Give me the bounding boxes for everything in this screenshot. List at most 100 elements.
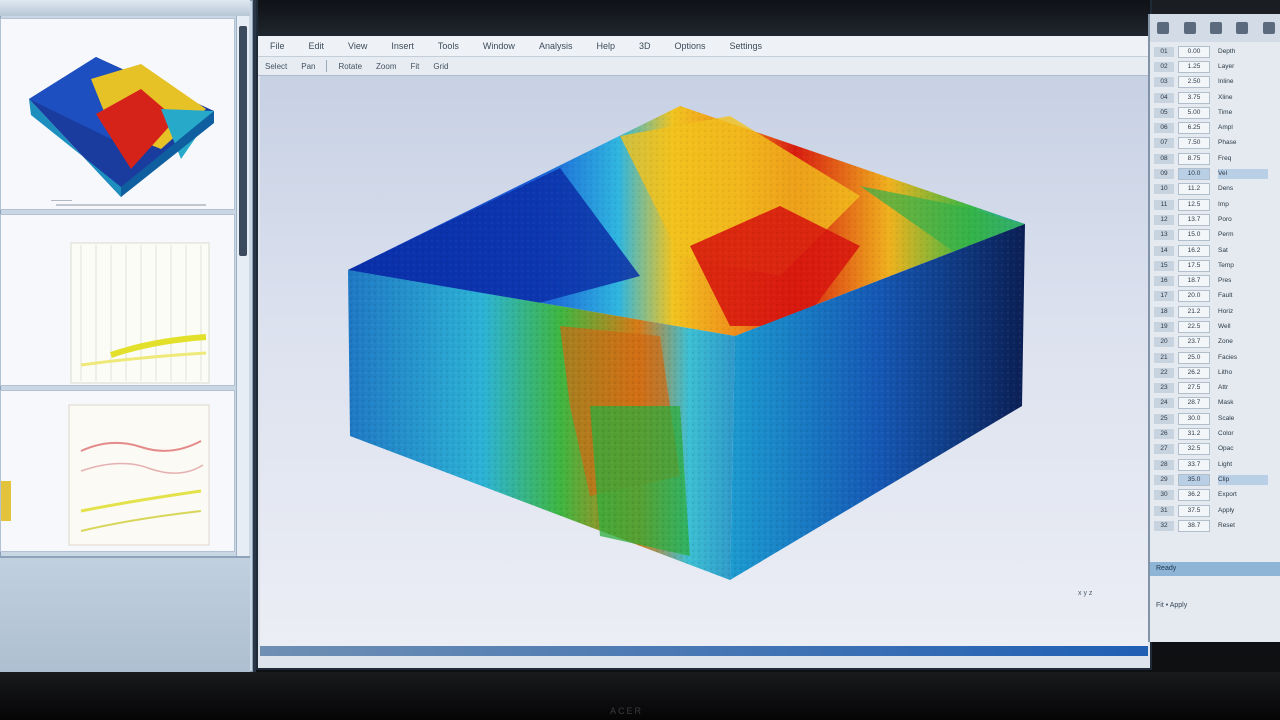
property-row[interactable]: 30 36.2 Export xyxy=(1154,488,1278,503)
property-value-field[interactable]: 11.2 xyxy=(1178,183,1210,196)
property-value-field[interactable]: 20.0 xyxy=(1178,290,1210,303)
property-row[interactable]: 26 31.2 Color xyxy=(1154,426,1278,441)
property-row[interactable]: 20 23.7 Zone xyxy=(1154,335,1278,350)
menu-item-3d[interactable]: 3D xyxy=(627,41,663,51)
property-value-field[interactable]: 37.5 xyxy=(1178,504,1210,517)
property-row[interactable]: 18 21.2 Horiz xyxy=(1154,304,1278,319)
property-row[interactable]: 10 11.2 Dens xyxy=(1154,182,1278,197)
property-index: 07 xyxy=(1154,138,1174,149)
property-label: Fault xyxy=(1218,292,1233,300)
menu-item-analysis[interactable]: Analysis xyxy=(527,41,585,51)
property-value-field[interactable]: 31.2 xyxy=(1178,428,1210,441)
property-row[interactable]: 12 13.7 Poro xyxy=(1154,212,1278,227)
property-row[interactable]: 31 37.5 Apply xyxy=(1154,503,1278,518)
property-row[interactable]: 09 10.0 Vel xyxy=(1154,166,1278,181)
property-value-field[interactable]: 6.25 xyxy=(1178,122,1210,135)
thumbnail-scrollbar-thumb[interactable] xyxy=(239,26,247,256)
property-row[interactable]: 24 28.7 Mask xyxy=(1154,396,1278,411)
property-value-field[interactable]: 5.00 xyxy=(1178,106,1210,119)
property-row[interactable]: 06 6.25 Ampl xyxy=(1154,120,1278,135)
property-value-field[interactable]: 13.7 xyxy=(1178,213,1210,226)
property-value-field[interactable]: 33.7 xyxy=(1178,458,1210,471)
property-row[interactable]: 13 15.0 Perm xyxy=(1154,228,1278,243)
property-value-field[interactable]: 18.7 xyxy=(1178,275,1210,288)
property-row[interactable]: 21 25.0 Facies xyxy=(1154,350,1278,365)
property-row[interactable]: 22 26.2 Litho xyxy=(1154,365,1278,380)
info-icon[interactable] xyxy=(1236,22,1249,34)
property-value-field[interactable]: 17.5 xyxy=(1178,259,1210,272)
property-row[interactable]: 08 8.75 Freq xyxy=(1154,151,1278,166)
fit-tool-button[interactable]: Fit xyxy=(404,62,427,71)
property-row[interactable]: 01 0.00 Depth xyxy=(1154,44,1278,59)
property-row[interactable]: 15 17.5 Temp xyxy=(1154,258,1278,273)
layers-icon[interactable] xyxy=(1209,22,1222,34)
property-row[interactable]: 19 22.5 Well xyxy=(1154,319,1278,334)
property-row[interactable]: 14 16.2 Sat xyxy=(1154,243,1278,258)
property-value-field[interactable]: 27.5 xyxy=(1178,382,1210,395)
menu-item-tools[interactable]: Tools xyxy=(426,41,471,51)
menu-item-settings[interactable]: Settings xyxy=(718,41,775,51)
property-row[interactable]: 05 5.00 Time xyxy=(1154,105,1278,120)
property-value-field[interactable]: 35.0 xyxy=(1178,473,1210,486)
property-value-field[interactable]: 0.00 xyxy=(1178,45,1210,58)
filter-icon[interactable] xyxy=(1183,22,1196,34)
property-row[interactable]: 07 7.50 Phase xyxy=(1154,136,1278,151)
menu-item-edit[interactable]: Edit xyxy=(297,41,337,51)
property-row[interactable]: 03 2.50 Inline xyxy=(1154,75,1278,90)
property-row[interactable]: 17 20.0 Fault xyxy=(1154,289,1278,304)
zoom-tool-button[interactable]: Zoom xyxy=(369,62,403,71)
property-row[interactable]: 11 12.5 Imp xyxy=(1154,197,1278,212)
property-row[interactable]: 04 3.75 Xline xyxy=(1154,90,1278,105)
axis-indicator-label: x y z xyxy=(1078,590,1093,597)
property-row[interactable]: 23 27.5 Attr xyxy=(1154,381,1278,396)
property-row[interactable]: 28 33.7 Light xyxy=(1154,457,1278,472)
properties-footer[interactable]: Fit • Apply xyxy=(1150,598,1280,642)
property-value-field[interactable]: 25.0 xyxy=(1178,351,1210,364)
seismic-section-thumbnail-1[interactable] xyxy=(0,214,235,386)
property-row[interactable]: 27 32.5 Opac xyxy=(1154,442,1278,457)
select-tool-button[interactable]: Select xyxy=(258,62,294,71)
thumbnail-window-titlebar[interactable] xyxy=(0,0,250,16)
property-label: Attr xyxy=(1218,384,1229,392)
menu-item-help[interactable]: Help xyxy=(584,41,627,51)
property-value-field[interactable]: 3.75 xyxy=(1178,91,1210,104)
property-value-field[interactable]: 12.5 xyxy=(1178,198,1210,211)
rotate-tool-button[interactable]: Rotate xyxy=(331,62,369,71)
3d-viewport[interactable]: x y z xyxy=(260,76,1148,656)
settings-icon[interactable] xyxy=(1157,22,1170,34)
close-icon[interactable] xyxy=(1262,22,1275,34)
menu-item-view[interactable]: View xyxy=(336,41,379,51)
property-index: 22 xyxy=(1154,367,1174,378)
property-value-field[interactable]: 30.0 xyxy=(1178,412,1210,425)
property-row[interactable]: 29 35.0 Clip xyxy=(1154,472,1278,487)
property-value-field[interactable]: 26.2 xyxy=(1178,366,1210,379)
seismic-section-thumbnail-2[interactable] xyxy=(0,390,235,552)
menu-item-options[interactable]: Options xyxy=(662,41,717,51)
property-value-field[interactable]: 21.2 xyxy=(1178,305,1210,318)
property-value-field[interactable]: 15.0 xyxy=(1178,229,1210,242)
property-value-field[interactable]: 7.50 xyxy=(1178,137,1210,150)
property-value-field[interactable]: 32.5 xyxy=(1178,443,1210,456)
pan-tool-button[interactable]: Pan xyxy=(294,62,322,71)
property-value-field[interactable]: 36.2 xyxy=(1178,489,1210,502)
property-row[interactable]: 16 18.7 Pres xyxy=(1154,273,1278,288)
grid-tool-button[interactable]: Grid xyxy=(426,62,455,71)
property-value-field[interactable]: 38.7 xyxy=(1178,519,1210,532)
property-value-field[interactable]: 10.0 xyxy=(1178,168,1210,181)
property-value-field[interactable]: 1.25 xyxy=(1178,60,1210,73)
property-value-field[interactable]: 22.5 xyxy=(1178,320,1210,333)
property-value-field[interactable]: 23.7 xyxy=(1178,336,1210,349)
thumbnail-scrollbar[interactable] xyxy=(236,16,249,556)
3d-volume-thumbnail[interactable]: ——— xyxy=(0,18,235,210)
property-value-field[interactable]: 28.7 xyxy=(1178,397,1210,410)
property-row[interactable]: 25 30.0 Scale xyxy=(1154,411,1278,426)
property-row[interactable]: 32 38.7 Reset xyxy=(1154,518,1278,533)
property-value-field[interactable]: 2.50 xyxy=(1178,76,1210,89)
property-row[interactable]: 02 1.25 Layer xyxy=(1154,59,1278,74)
property-value-field[interactable]: 16.2 xyxy=(1178,244,1210,257)
menu-item-window[interactable]: Window xyxy=(471,41,527,51)
menu-item-insert[interactable]: Insert xyxy=(379,41,426,51)
property-index: 28 xyxy=(1154,459,1174,470)
property-value-field[interactable]: 8.75 xyxy=(1178,152,1210,165)
menu-item-file[interactable]: File xyxy=(258,41,297,51)
